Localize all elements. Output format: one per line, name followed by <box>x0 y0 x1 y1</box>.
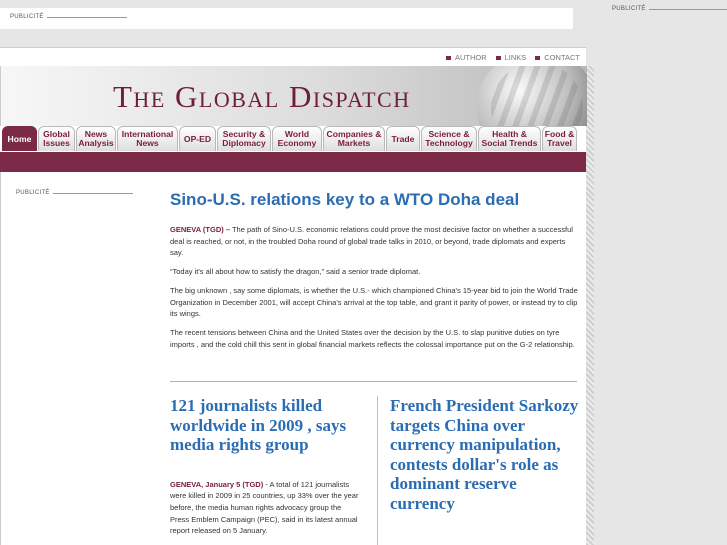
sidebar: PUBLICITÉ <box>0 172 162 545</box>
tab-global-issues[interactable]: Global Issues <box>38 126 75 151</box>
tab-news-analysis[interactable]: News Analysis <box>76 126 116 151</box>
masthead: The Global Dispatch <box>0 66 587 126</box>
main-story-body: GENEVA (TGD) – The path of Sino-U.S. eco… <box>170 224 578 357</box>
globe-graphic <box>477 66 587 126</box>
section-divider <box>170 381 577 382</box>
tab-science-technology[interactable]: Science & Technology <box>421 126 477 151</box>
story-headline[interactable]: 121 journalists killed worldwide in 2009… <box>170 396 360 455</box>
dateline: GENEVA, January 5 (TGD) <box>170 479 264 489</box>
article-paragraph: GENEVA (TGD) – The path of Sino-U.S. eco… <box>170 225 573 258</box>
column-divider <box>377 396 378 545</box>
tab-international-news[interactable]: International News <box>117 126 178 151</box>
story-journalists: 121 journalists killed worldwide in 2009… <box>170 396 360 537</box>
tab-op-ed[interactable]: OP-ED <box>179 126 216 151</box>
story-headline[interactable]: French President Sarkozy targets China o… <box>390 396 580 513</box>
tab-companies-markets[interactable]: Companies & Markets <box>323 126 385 151</box>
tab-world-economy[interactable]: World Economy <box>272 126 322 151</box>
story-body: GENEVA, January 5 (TGD) - A total of 121… <box>170 479 359 536</box>
tab-health-social-trends[interactable]: Health & Social Trends <box>478 126 541 151</box>
article-paragraph: The recent tensions between China and th… <box>170 327 575 349</box>
top-ad-banner[interactable]: PUBLICITÉ <box>0 8 573 29</box>
main-nav: Home Global Issues News Analysis Interna… <box>0 126 586 152</box>
right-ad-label: PUBLICITÉ <box>612 6 727 12</box>
sidebar-ad-label: PUBLICITÉ <box>16 190 133 196</box>
utility-bar: AUTHOR LINKS CONTACT <box>0 47 586 67</box>
tab-trade[interactable]: Trade <box>386 126 420 151</box>
author-link[interactable]: AUTHOR <box>446 53 487 62</box>
main-content: Sino-U.S. relations key to a WTO Doha de… <box>161 172 586 545</box>
main-story-headline[interactable]: Sino-U.S. relations key to a WTO Doha de… <box>170 190 580 210</box>
story-sarkozy: French President Sarkozy targets China o… <box>390 396 580 513</box>
right-decorative-strip <box>586 66 594 545</box>
links-link[interactable]: LINKS <box>496 53 527 62</box>
site-title[interactable]: The Global Dispatch <box>113 79 411 115</box>
tab-security-diplomacy[interactable]: Security & Diplomacy <box>217 126 271 151</box>
utility-links: AUTHOR LINKS CONTACT <box>446 53 580 62</box>
nav-band <box>0 152 586 172</box>
tab-home[interactable]: Home <box>2 126 37 151</box>
article-paragraph: The big unknown , say some diplomats, is… <box>170 285 578 319</box>
article-paragraph: “Today it's all about how to satisfy the… <box>170 267 421 277</box>
tab-food-travel[interactable]: Food & Travel <box>542 126 577 151</box>
contact-link[interactable]: CONTACT <box>535 53 580 62</box>
ad-label: PUBLICITÉ <box>10 14 127 20</box>
dateline: GENEVA (TGD) – <box>170 225 231 234</box>
